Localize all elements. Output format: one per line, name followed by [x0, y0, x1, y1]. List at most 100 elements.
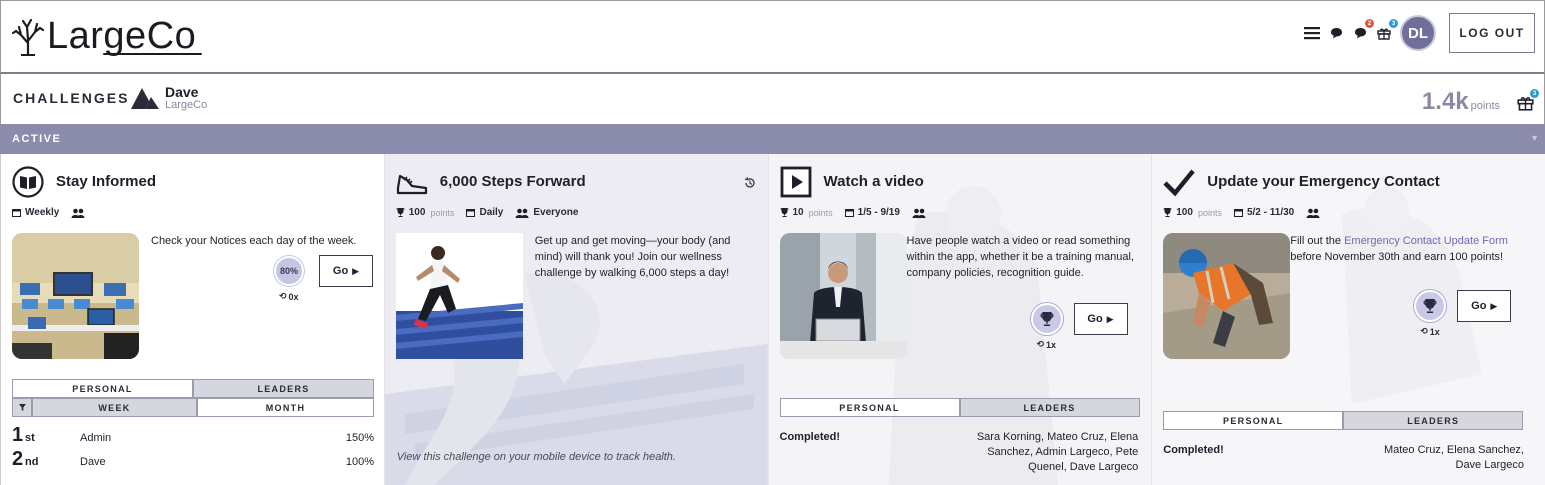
calendar-icon [466, 209, 476, 217]
rewards-gift-icon[interactable]: 3 [1517, 89, 1539, 116]
logout-button[interactable]: LOG OUT [1449, 13, 1535, 53]
user-org: LargeCo [165, 99, 208, 111]
challenge-card-stay-informed[interactable]: Stay Informed Weekly Check your Notices … [1, 154, 385, 485]
leaderboard-tabs: PERSONAL LEADERS [1163, 411, 1524, 430]
go-button[interactable]: Go ▶ [319, 255, 373, 287]
challenge-card-watch-video[interactable]: Watch a video 10 points 1/5 - 9/19 Have … [768, 154, 1153, 485]
completion-count: ⟲ 1x [1420, 326, 1440, 337]
team-icon [515, 208, 529, 218]
trophy-badge [1414, 290, 1447, 322]
tab-personal[interactable]: PERSONAL [12, 379, 193, 398]
team-icon [71, 208, 85, 218]
play-arrow-icon: ▶ [352, 265, 360, 276]
completed-names: Mateo Cruz, Elena Sanchez, Dave Largeco [1384, 443, 1524, 473]
notifications-icon[interactable]: 2 [1352, 19, 1374, 41]
calendar-icon [1233, 209, 1243, 217]
points-total: 1.4k points [1422, 88, 1500, 116]
card-meta: 100 points Daily Everyone [396, 207, 578, 218]
mobile-note: View this challenge on your mobile devic… [396, 451, 676, 463]
frequency: Weekly [12, 207, 59, 218]
go-label: Go [1471, 300, 1487, 312]
points-unit: points [430, 207, 455, 218]
leader-row: 2 nd Dave 100% [12, 448, 374, 471]
history-icon: ⟲ [1036, 339, 1045, 349]
logo-text: LargeCo [47, 15, 203, 57]
section-label: ACTIVE [12, 133, 62, 145]
progress-badge: 80% [274, 256, 304, 286]
page-title: CHALLENGES [13, 90, 130, 106]
points-reward: 100 points [1163, 207, 1222, 218]
challenge-description: Check your Notices each day of the week. [151, 235, 357, 247]
filter-icon[interactable] [12, 398, 32, 417]
company-logo[interactable]: LargeCo [11, 15, 203, 58]
avatar[interactable]: DL [1400, 15, 1436, 51]
frequency-label: Daily [479, 207, 504, 218]
description-text: before November 30th and earn 100 points… [1290, 251, 1504, 263]
checkmark-icon [1163, 169, 1195, 197]
description-text: Fill out the [1290, 235, 1345, 247]
date-range: 5/2 - 11/30 [1233, 207, 1294, 218]
frequency-label: Weekly [25, 207, 60, 218]
history-icon[interactable] [744, 176, 756, 194]
tree-logo-icon [11, 18, 45, 56]
names-line: Sanchez, Admin Largeco, Pete [987, 446, 1139, 458]
points-amount: 10 [792, 207, 804, 218]
card-title: Stay Informed [56, 173, 157, 190]
leader-row: 1 st Admin 150% [12, 424, 374, 447]
completed-names: Sara Korning, Mateo Cruz, Elena Sanchez,… [977, 430, 1138, 475]
challenge-card-steps[interactable]: 6,000 Steps Forward 100 points Daily Ever… [384, 154, 769, 485]
tab-leaders[interactable]: LEADERS [1343, 411, 1524, 430]
rewards-badge: 3 [1530, 89, 1539, 98]
points-reward: 100 points [396, 207, 455, 218]
names-line: Dave Largeco [1455, 459, 1525, 471]
points-unit: points [1197, 207, 1222, 218]
challenges-header: CHALLENGES Dave LargeCo 1.4k points 3 [0, 74, 1545, 124]
tab-leaders[interactable]: LEADERS [193, 379, 374, 398]
points-reward: 10 points [780, 207, 833, 218]
completed-label: Completed! [779, 431, 841, 443]
names-line: Quenel, Dave Largeco [1028, 461, 1139, 473]
emergency-contact-form-link[interactable]: Emergency Contact Update Form [1344, 235, 1508, 247]
tab-leaders[interactable]: LEADERS [959, 398, 1140, 417]
rank-suffix: nd [25, 456, 39, 468]
rank-number: 2 [12, 448, 24, 470]
calendar-icon [12, 209, 21, 217]
tab-personal[interactable]: PERSONAL [1163, 411, 1344, 430]
calendar-icon [844, 209, 854, 217]
card-meta: 10 points 1/5 - 9/19 [780, 207, 926, 218]
challenge-description: Get up and get moving—your body (and min… [534, 235, 731, 279]
trophy-icon [1163, 208, 1172, 217]
audience-label: Everyone [533, 207, 579, 218]
challenge-description: Have people watch a video or read someth… [906, 235, 1134, 279]
history-icon: ⟲ [1420, 326, 1428, 336]
leaderboard-tabs: PERSONAL LEADERS [779, 398, 1140, 417]
leader-name: Admin [80, 432, 112, 444]
trophy-icon [780, 208, 788, 217]
tab-week[interactable]: WEEK [32, 398, 197, 417]
go-button[interactable]: Go ▶ [1457, 290, 1512, 322]
challenge-image [12, 233, 139, 359]
tab-personal[interactable]: PERSONAL [779, 398, 960, 417]
card-title: Watch a video [823, 173, 924, 190]
leader-name: Dave [80, 456, 106, 468]
go-button[interactable]: Go ▶ [1073, 303, 1128, 335]
audience: Everyone [515, 207, 578, 218]
sneaker-icon [396, 174, 427, 195]
rank-number: 1 [12, 424, 24, 446]
chevron-down-icon[interactable]: ▼ [1530, 133, 1539, 143]
count-value: 1x [1046, 339, 1057, 350]
challenge-card-emergency-contact[interactable]: Update your Emergency Contact 100 points … [1152, 154, 1545, 485]
menu-icon[interactable] [1304, 25, 1320, 41]
team-icon [912, 208, 926, 218]
chat-icon[interactable] [1328, 25, 1344, 41]
mountain-logo-icon [131, 88, 159, 109]
active-section-bar[interactable]: ACTIVE ▼ [0, 124, 1545, 154]
team-icon [1306, 208, 1320, 218]
challenge-cards: Stay Informed Weekly Check your Notices … [0, 154, 1545, 485]
top-icons: 2 3 DL [1304, 15, 1436, 51]
completion-count: ⟲ 0x [279, 291, 299, 302]
gift-icon[interactable]: 3 [1376, 19, 1398, 41]
frequency: Daily [466, 207, 503, 218]
points-value: 1.4k [1421, 88, 1469, 115]
tab-month[interactable]: MONTH [197, 398, 374, 417]
